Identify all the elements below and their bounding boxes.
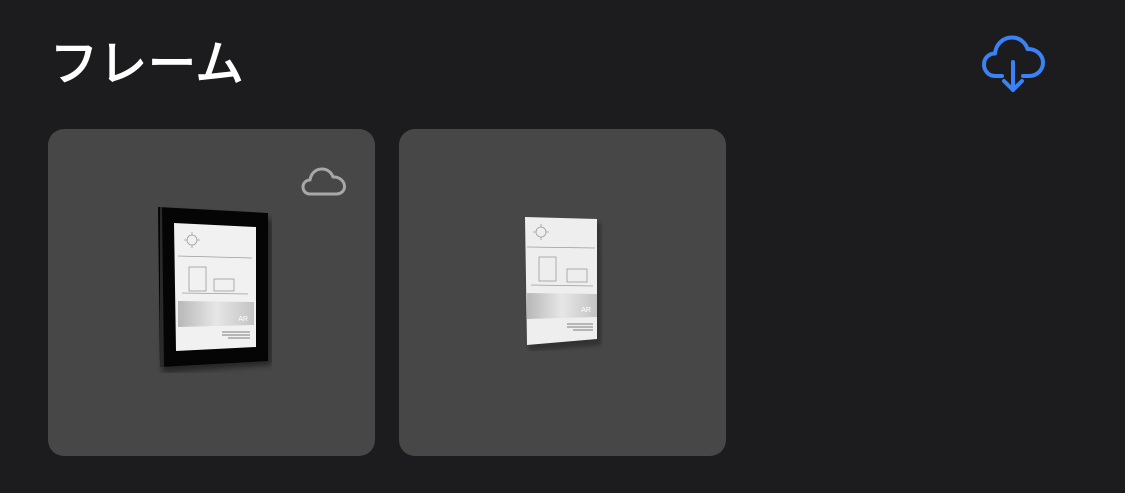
ar-label: AR [238,316,248,323]
page-title: フレーム [50,36,245,92]
unframed-poster-thumbnail: AR [525,217,601,351]
frames-screen: フレーム AR AR [0,0,1125,493]
frame-card-none[interactable]: AR [399,129,726,456]
cloud-download-icon [982,35,1045,92]
frame-card-black[interactable]: AR [48,129,375,456]
framed-poster-thumbnail: AR [158,207,272,373]
cloud-download-button[interactable] [980,32,1048,96]
ar-label: AR [581,307,591,314]
cloud-icon [301,167,346,196]
